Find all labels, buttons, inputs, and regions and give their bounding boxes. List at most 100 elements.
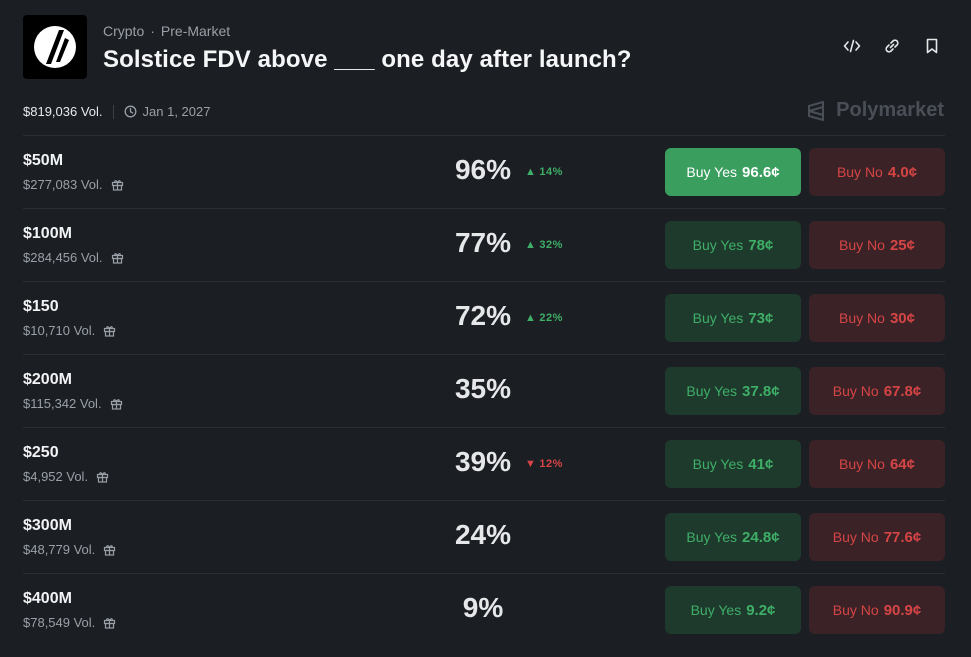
breadcrumb-category[interactable]: Crypto [103,23,144,39]
buy-no-label: Buy No [839,310,885,326]
buy-yes-price: 96.6¢ [742,163,780,181]
buy-no-button[interactable]: Buy No 90.9¢ [809,586,945,634]
outcome-volume: $277,083 Vol. [23,177,124,192]
outcome-volume-text: $4,952 Vol. [23,469,89,484]
outcome-chance: 35% [454,373,512,404]
buy-no-button[interactable]: Buy No 64¢ [809,440,945,488]
outcome-change: ▲ 32% [525,239,563,251]
gift-icon[interactable] [110,397,123,410]
buy-yes-button[interactable]: Buy Yes 41¢ [665,440,801,488]
outcome-row[interactable]: $200M $115,342 Vol. 35% Buy Yes 37.8¢ Buy… [23,354,945,427]
buy-yes-price: 37.8¢ [742,382,780,400]
outcome-volume: $10,710 Vol. [23,323,116,338]
embed-icon[interactable] [843,37,861,55]
event-logo [23,15,87,79]
breadcrumb: Crypto · Pre-Market [103,23,230,39]
outcome-row[interactable]: $50M $277,083 Vol. 96% ▲ 14% Buy Yes 96.6¢… [23,135,945,208]
breadcrumb-subcategory[interactable]: Pre-Market [161,23,230,39]
buy-no-button[interactable]: Buy No 77.6¢ [809,513,945,561]
buy-yes-button[interactable]: Buy Yes 78¢ [665,221,801,269]
buy-yes-price: 78¢ [748,236,774,254]
gift-icon[interactable] [103,616,116,629]
outcome-row[interactable]: $400M $78,549 Vol. 9% Buy Yes 9.2¢ Buy No… [23,573,945,646]
buy-yes-label: Buy Yes [692,456,744,472]
brand-name: Polymarket [836,99,944,121]
total-volume: $819,036 Vol. [23,104,103,119]
header-actions [843,37,941,55]
buy-no-price: 30¢ [889,309,915,327]
outcome-volume: $78,549 Vol. [23,615,116,630]
buy-no-label: Buy No [839,456,885,472]
event-meta: $819,036 Vol. Jan 1, 2027 [23,104,210,119]
change-up-icon: ▲ [525,166,537,178]
buy-yes-price: 9.2¢ [746,601,776,619]
outcome-row[interactable]: $250 $4,952 Vol. 39% ▼ 12% Buy Yes 41¢ Buy… [23,427,945,500]
outcome-chance: 24% [454,519,512,550]
buy-no-price: 77.6¢ [883,528,922,546]
outcome-volume: $48,779 Vol. [23,542,116,557]
outcome-name: $100M [23,225,72,242]
buy-yes-price: 41¢ [748,455,774,473]
buy-no-price: 4.0¢ [887,163,918,181]
outcome-name: $200M [23,371,72,388]
outcome-volume-text: $10,710 Vol. [23,323,96,338]
gift-icon[interactable] [96,470,109,483]
change-up-icon: ▲ [525,239,537,251]
buy-no-label: Buy No [832,529,879,545]
buy-no-button[interactable]: Buy No 30¢ [809,294,945,342]
buy-yes-price: 73¢ [748,309,774,327]
polymarket-logo-icon [808,100,825,121]
buy-yes-label: Buy Yes [690,602,742,618]
buy-no-label: Buy No [832,383,879,399]
change-value: 12% [539,458,563,470]
breadcrumb-separator: · [150,23,155,39]
outcome-volume: $115,342 Vol. [23,396,123,411]
outcome-change: ▲ 22% [525,312,563,324]
gift-icon[interactable] [111,251,124,264]
meta-divider [112,104,114,119]
buy-no-button[interactable]: Buy No 67.8¢ [809,367,945,415]
buy-yes-button[interactable]: Buy Yes 24.8¢ [665,513,801,561]
outcome-name: $50M [23,152,64,169]
polymarket-brand: Polymarket [806,99,944,122]
outcome-name: $250 [23,444,59,461]
outcome-change: ▲ 14% [525,166,563,178]
buy-yes-button[interactable]: Buy Yes 37.8¢ [665,367,801,415]
bookmark-icon[interactable] [923,37,941,55]
outcome-name: $150 [23,298,59,315]
gift-icon[interactable] [103,543,116,556]
outcome-volume-text: $277,083 Vol. [23,177,103,192]
outcome-volume-text: $48,779 Vol. [23,542,96,557]
buy-yes-label: Buy Yes [692,237,744,253]
page-title: Solstice FDV above ___ one day after lau… [103,46,632,73]
gift-icon[interactable] [111,178,124,191]
outcome-list: $50M $277,083 Vol. 96% ▲ 14% Buy Yes 96.6¢… [23,135,945,646]
outcome-name: $400M [23,590,72,607]
end-date-text: Jan 1, 2027 [142,104,211,119]
buy-yes-label: Buy Yes [686,529,738,545]
buy-yes-price: 24.8¢ [742,528,780,546]
buy-yes-label: Buy Yes [686,164,738,180]
buy-yes-button[interactable]: Buy Yes 9.2¢ [665,586,801,634]
outcome-change: ▼ 12% [525,458,563,470]
outcome-row[interactable]: $150 $10,710 Vol. 72% ▲ 22% Buy Yes 73¢ Bu… [23,281,945,354]
outcome-row[interactable]: $300M $48,779 Vol. 24% Buy Yes 24.8¢ Buy … [23,500,945,573]
buy-yes-label: Buy Yes [686,383,738,399]
buy-yes-button[interactable]: Buy Yes 73¢ [665,294,801,342]
buy-no-price: 64¢ [889,455,915,473]
clock-icon [124,105,136,118]
buy-no-button[interactable]: Buy No 4.0¢ [809,148,945,196]
outcome-volume: $4,952 Vol. [23,469,109,484]
buy-yes-label: Buy Yes [692,310,744,326]
gift-icon[interactable] [103,324,116,337]
change-value: 14% [539,166,563,178]
change-value: 32% [539,239,563,251]
buy-yes-button[interactable]: Buy Yes 96.6¢ [665,148,801,196]
buy-no-label: Buy No [836,164,883,180]
outcome-row[interactable]: $100M $284,456 Vol. 77% ▲ 32% Buy Yes 78¢ … [23,208,945,281]
outcome-volume-text: $284,456 Vol. [23,250,103,265]
link-icon[interactable] [883,37,901,55]
buy-no-price: 25¢ [889,236,915,254]
buy-no-button[interactable]: Buy No 25¢ [809,221,945,269]
outcome-chance: 9% [462,592,504,623]
